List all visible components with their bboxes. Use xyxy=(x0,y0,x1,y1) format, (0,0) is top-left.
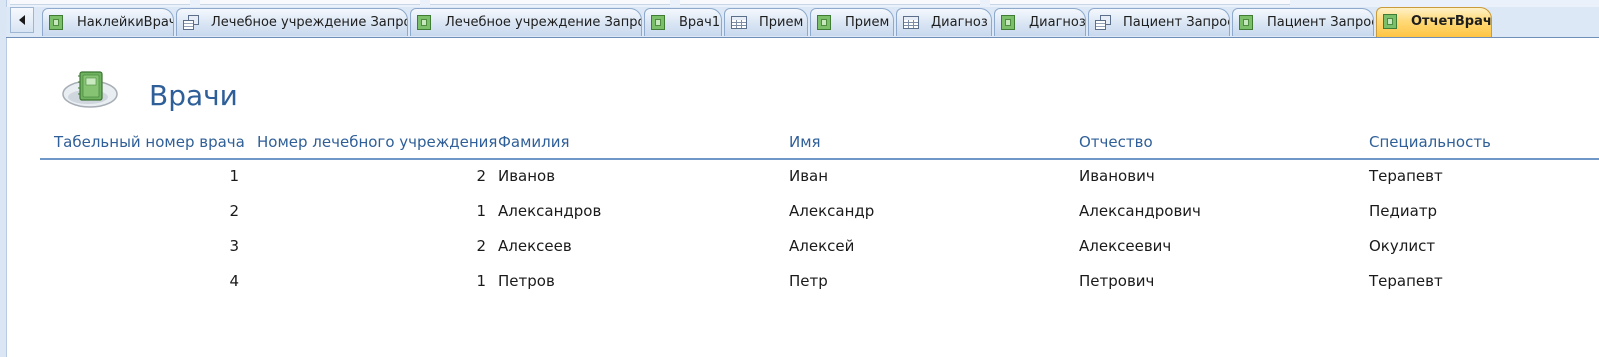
top-window-strip xyxy=(0,0,1599,7)
cell-tabelnyj-nomer: 4 xyxy=(229,272,239,290)
cell-specialnost: Педиатр xyxy=(1369,202,1438,220)
cell-specialnost: Окулист xyxy=(1369,237,1436,255)
query-icon xyxy=(1095,15,1111,31)
report-icon xyxy=(62,71,118,108)
cell-tabelnyj-nomer: 3 xyxy=(229,237,239,255)
column-header-tabelnyj-nomer: Табельный номер врача xyxy=(54,133,245,151)
form-icon xyxy=(1001,15,1017,31)
cell-otchestvo: Алексеевич xyxy=(1079,237,1172,255)
column-header-imya: Имя xyxy=(789,133,821,151)
tab-label: Диагноз xyxy=(931,15,988,30)
cell-familiya: Иванов xyxy=(498,167,556,185)
tab-pacient-zapros-query[interactable]: Пациент Запрос xyxy=(1088,8,1230,36)
cell-specialnost: Терапевт xyxy=(1369,272,1443,290)
form-icon xyxy=(417,15,433,31)
header-divider xyxy=(40,158,1599,160)
tab-label: Прием xyxy=(845,15,890,30)
cell-imya: Алексей xyxy=(789,237,855,255)
form-icon xyxy=(1383,14,1399,30)
tab-diagnoz-form[interactable]: Диагноз xyxy=(994,8,1086,36)
tab-lechebnoe-zapros-form[interactable]: Лечебное учреждение Запрос xyxy=(410,8,642,36)
tab-label: Диагноз xyxy=(1029,15,1086,30)
cell-imya: Петр xyxy=(789,272,828,290)
cell-familiya: Петров xyxy=(498,272,555,290)
tab-label: ОтчетВрач xyxy=(1411,14,1492,29)
column-header-specialnost: Специальность xyxy=(1369,133,1491,151)
tab-lechebnoe-zapros-query[interactable]: Лечебное учреждение Запрос xyxy=(176,8,408,36)
tab-label: Лечебное учреждение Запрос xyxy=(445,15,642,30)
tab-otchetvrach[interactable]: ОтчетВрач xyxy=(1376,7,1492,37)
tab-label: Прием xyxy=(759,15,804,30)
cell-familiya: Александров xyxy=(498,202,602,220)
tab-vrach1[interactable]: Врач1 xyxy=(644,8,722,36)
form-icon xyxy=(817,15,833,31)
tab-label: НаклейкиВрач xyxy=(77,15,174,30)
report-title: Врачи xyxy=(149,79,238,112)
arrow-left-icon xyxy=(19,15,25,25)
form-icon xyxy=(49,15,65,31)
cell-specialnost: Терапевт xyxy=(1369,167,1443,185)
cell-nomer-uchrezhdeniya: 2 xyxy=(476,167,486,185)
tab-priem-form[interactable]: Прием xyxy=(810,8,894,36)
cell-imya: Александр xyxy=(789,202,875,220)
tab-label: Пациент Запрос xyxy=(1267,15,1374,30)
cell-tabelnyj-nomer: 2 xyxy=(229,202,239,220)
column-header-nomer-uchrezhdeniya: Номер лечебного учреждения xyxy=(257,133,498,151)
navigation-pane-edge[interactable] xyxy=(0,0,7,357)
cell-nomer-uchrezhdeniya: 1 xyxy=(476,272,486,290)
table-icon xyxy=(903,15,919,31)
cell-nomer-uchrezhdeniya: 2 xyxy=(476,237,486,255)
form-icon xyxy=(1239,15,1255,31)
tab-label: Врач1 xyxy=(679,15,721,30)
query-icon xyxy=(183,15,199,31)
cell-imya: Иван xyxy=(789,167,829,185)
tab-label: Пациент Запрос xyxy=(1123,15,1230,30)
tab-priem-table[interactable]: Прием xyxy=(724,8,808,36)
cell-otchestvo: Александрович xyxy=(1079,202,1201,220)
cell-tabelnyj-nomer: 1 xyxy=(229,167,239,185)
table-icon xyxy=(731,15,747,31)
tabs-scroll-left-button[interactable] xyxy=(10,7,34,33)
tab-pacient-zapros-form[interactable]: Пациент Запрос xyxy=(1232,8,1374,36)
cell-otchestvo: Петрович xyxy=(1079,272,1155,290)
tab-diagnoz-table[interactable]: Диагноз xyxy=(896,8,992,36)
cell-familiya: Алексеев xyxy=(498,237,572,255)
column-header-otchestvo: Отчество xyxy=(1079,133,1153,151)
cell-otchestvo: Иванович xyxy=(1079,167,1155,185)
form-icon xyxy=(651,15,667,31)
tab-naklejkivrach[interactable]: НаклейкиВрач xyxy=(42,8,174,36)
tab-label: Лечебное учреждение Запрос xyxy=(211,15,408,30)
column-header-familiya: Фамилия xyxy=(498,133,570,151)
cell-nomer-uchrezhdeniya: 1 xyxy=(476,202,486,220)
